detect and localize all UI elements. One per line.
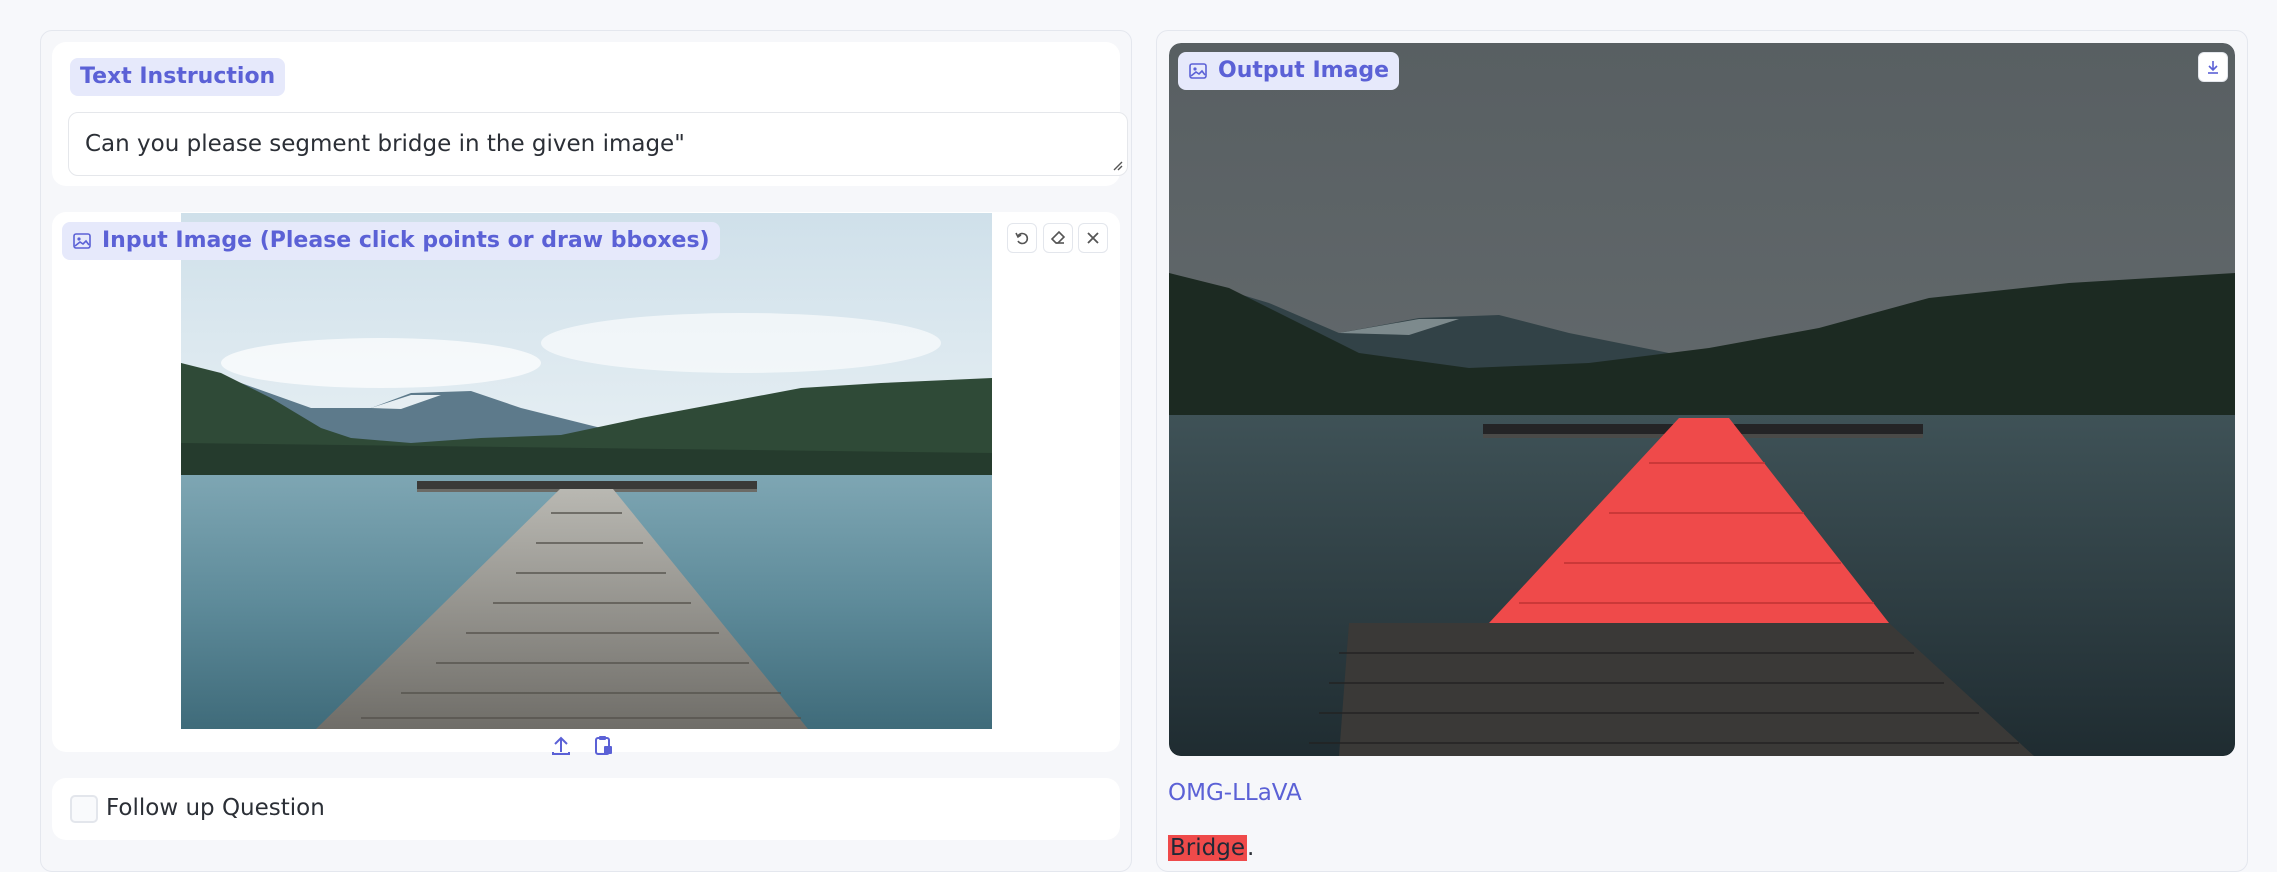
follow-up-checkbox[interactable] [70, 795, 98, 823]
undo-icon [1015, 232, 1029, 245]
answer-suffix: . [1246, 835, 1255, 861]
eraser-icon [1050, 230, 1066, 244]
clipboard-icon[interactable] [592, 734, 614, 756]
follow-up-label: Follow up Question [106, 795, 325, 821]
close-icon [1087, 232, 1099, 244]
image-icon [73, 233, 91, 249]
output-image-label: Output Image [1178, 52, 1400, 90]
model-name: OMG-LLaVA [1168, 780, 1302, 806]
clear-image-button[interactable] [1078, 223, 1108, 253]
undo-button[interactable] [1007, 223, 1037, 253]
follow-up-card: Follow up Question [52, 778, 1120, 840]
answer-highlight: Bridge [1168, 835, 1247, 861]
eraser-button[interactable] [1043, 223, 1073, 253]
output-image-label-text: Output Image [1218, 58, 1390, 83]
input-image-card: Input Image (Please click points or draw… [52, 212, 1120, 755]
download-icon [2208, 61, 2218, 74]
resize-handle-icon[interactable] [1111, 159, 1123, 171]
text-instruction-card: Text Instruction Can you please segment … [52, 42, 1128, 186]
download-button[interactable] [2198, 52, 2228, 82]
output-image [1169, 43, 2235, 756]
upload-icon[interactable] [550, 734, 572, 756]
input-image-label-text: Input Image (Please click points or draw… [102, 228, 710, 253]
text-instruction-value: Can you please segment bridge in the giv… [85, 131, 685, 157]
text-instruction-label: Text Instruction [70, 58, 286, 96]
input-image-canvas[interactable] [181, 213, 992, 729]
input-image-label: Input Image (Please click points or draw… [62, 222, 720, 260]
answer-text: Bridge. [1168, 835, 1254, 861]
text-instruction-input[interactable]: Can you please segment bridge in the giv… [68, 112, 1128, 176]
image-icon [1189, 63, 1207, 79]
text-instruction-label-text: Text Instruction [80, 64, 276, 89]
